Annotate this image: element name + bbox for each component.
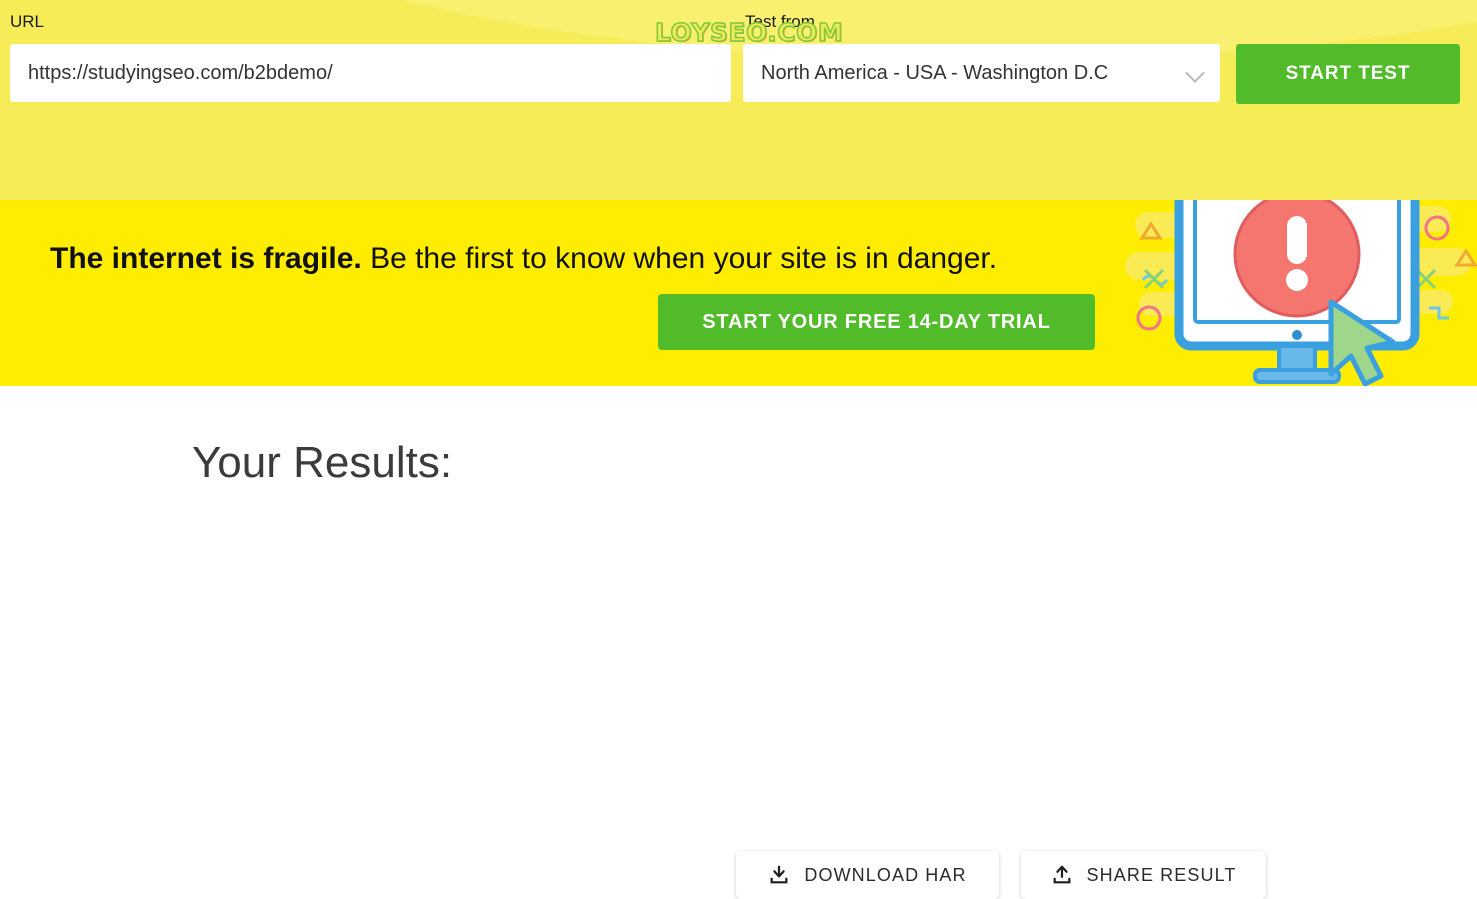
- promo-headline-rest: Be the first to know when your site is i…: [361, 242, 998, 275]
- results-section: Your Results: DOWNLOAD HAR SHARE RESULT …: [0, 386, 1477, 899]
- download-icon: [770, 865, 788, 884]
- download-har-button[interactable]: DOWNLOAD HAR: [736, 851, 999, 899]
- test-location-value: North America - USA - Washington D.C: [761, 62, 1109, 84]
- promo-headline-bold: The internet is fragile.: [50, 242, 362, 275]
- upload-icon: [1053, 865, 1070, 884]
- start-test-button[interactable]: START TEST: [1236, 44, 1460, 104]
- download-har-label: DOWNLOAD HAR: [804, 864, 967, 885]
- broken-site-illustration: [1125, 200, 1477, 386]
- page-title: Your Results:: [192, 438, 453, 487]
- test-location-select[interactable]: North America - USA - Washington D.C: [743, 44, 1220, 102]
- promo-banner: The internet is fragile. Be the first to…: [0, 200, 1477, 386]
- loyseo-watermark: LOYSEO.COM: [654, 17, 844, 48]
- chevron-down-icon: [1186, 64, 1204, 82]
- test-form-header: LOYSEO.COM URL Test from North America -…: [0, 0, 1477, 200]
- url-field-label: URL: [10, 12, 45, 31]
- url-input[interactable]: [10, 44, 731, 102]
- share-result-label: SHARE RESULT: [1086, 864, 1237, 885]
- promo-headline: The internet is fragile. Be the first to…: [50, 242, 997, 276]
- share-result-button[interactable]: SHARE RESULT: [1021, 851, 1266, 899]
- start-free-trial-button[interactable]: START YOUR FREE 14-DAY TRIAL: [658, 294, 1095, 350]
